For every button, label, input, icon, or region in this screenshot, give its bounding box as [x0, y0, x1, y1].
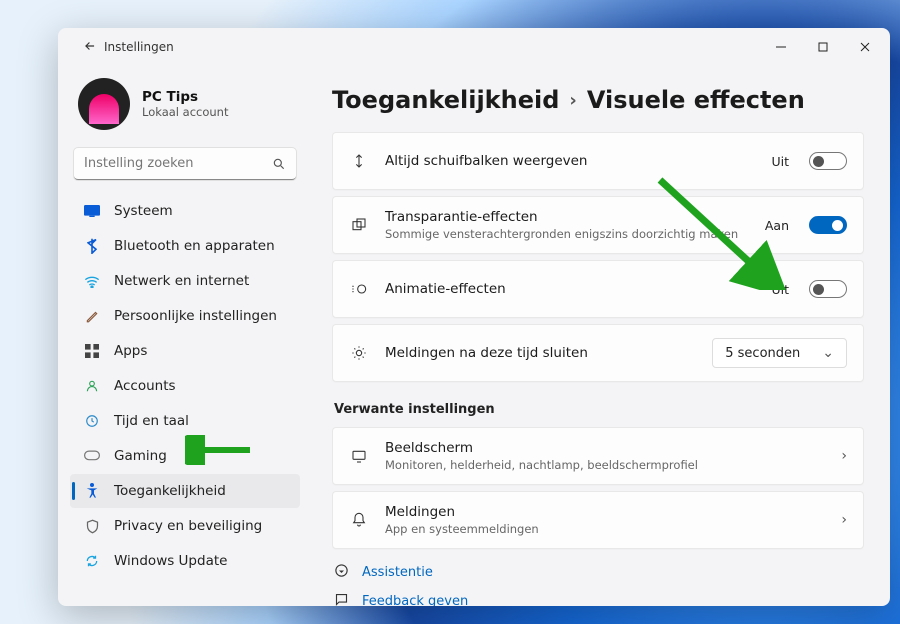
notif-label: Meldingen [385, 504, 825, 520]
breadcrumb-current: Visuele effecten [587, 86, 805, 114]
window-title: Instellingen [104, 40, 174, 54]
breadcrumb: Toegankelijkheid › Visuele effecten [332, 86, 864, 114]
accounts-icon [84, 378, 100, 394]
display-icon [349, 448, 369, 464]
sidebar-item-time[interactable]: Tijd en taal [70, 404, 300, 438]
system-icon [84, 203, 100, 219]
sidebar-item-access[interactable]: Toegankelijkheid [70, 474, 300, 508]
sidebar-item-label: Netwerk en internet [114, 273, 249, 289]
close-button[interactable] [844, 32, 886, 62]
transparency-sub: Sommige vensterachtergronden enigszins d… [385, 227, 749, 241]
dismiss-label: Meldingen na deze tijd sluiten [385, 345, 696, 361]
row-transparency[interactable]: Transparantie-effecten Sommige vensterac… [332, 196, 864, 254]
dismiss-value: 5 seconden [725, 346, 800, 361]
maximize-button[interactable] [802, 32, 844, 62]
dismiss-select[interactable]: 5 seconden ⌄ [712, 338, 847, 368]
scrollbars-state: Uit [771, 154, 789, 169]
scrollbars-toggle[interactable] [809, 152, 847, 170]
apps-icon [84, 343, 100, 359]
feedback-link[interactable]: Feedback geven [334, 592, 864, 606]
profile-sub: Lokaal account [142, 105, 228, 119]
sidebar-item-privacy[interactable]: Privacy en beveiliging [70, 509, 300, 543]
feedback-icon [334, 592, 350, 606]
sidebar-item-label: Bluetooth en apparaten [114, 238, 275, 254]
sidebar-nav: Systeem Bluetooth en apparaten Netwerk en … [70, 194, 300, 578]
sidebar-item-label: Gaming [114, 448, 167, 464]
display-label: Beeldscherm [385, 440, 825, 456]
chevron-down-icon: ⌄ [822, 345, 834, 361]
bell-icon [349, 512, 369, 528]
sidebar-item-label: Tijd en taal [114, 413, 189, 429]
brightness-timer-icon [349, 345, 369, 361]
main-content: Toegankelijkheid › Visuele effecten Alti… [308, 66, 890, 606]
sidebar: PC Tips Lokaal account Systeem Bluetooth … [58, 66, 308, 606]
time-icon [84, 413, 100, 429]
notif-sub: App en systeemmeldingen [385, 522, 825, 536]
sidebar-item-apps[interactable]: Apps [70, 334, 300, 368]
privacy-icon [84, 518, 100, 534]
chevron-right-icon: › [841, 512, 847, 528]
chevron-right-icon: › [569, 90, 576, 111]
animation-toggle[interactable] [809, 280, 847, 298]
sidebar-item-label: Toegankelijkheid [114, 483, 226, 499]
breadcrumb-parent[interactable]: Toegankelijkheid [332, 86, 559, 114]
network-icon [84, 273, 100, 289]
transparency-toggle[interactable] [809, 216, 847, 234]
sidebar-item-accounts[interactable]: Accounts [70, 369, 300, 403]
minimize-button[interactable] [760, 32, 802, 62]
row-scrollbars[interactable]: Altijd schuifbalken weergeven Uit [332, 132, 864, 190]
sidebar-item-gaming[interactable]: Gaming [70, 439, 300, 473]
animation-icon [349, 281, 369, 297]
scrollbars-icon [349, 153, 369, 169]
assist-label: Assistentie [362, 565, 433, 580]
row-dismiss-notifications: Meldingen na deze tijd sluiten 5 seconde… [332, 324, 864, 382]
avatar [78, 78, 130, 130]
help-icon [334, 563, 350, 582]
search-input[interactable] [74, 148, 296, 180]
transparency-icon [349, 217, 369, 233]
related-section-title: Verwante instellingen [334, 402, 864, 417]
gaming-icon [84, 448, 100, 464]
profile-block[interactable]: PC Tips Lokaal account [70, 72, 300, 148]
row-notifications-link[interactable]: Meldingen App en systeemmeldingen › [332, 491, 864, 549]
sidebar-item-personal[interactable]: Persoonlijke instellingen [70, 299, 300, 333]
display-sub: Monitoren, helderheid, nachtlamp, beelds… [385, 458, 825, 472]
back-button[interactable] [74, 38, 106, 57]
titlebar: Instellingen [58, 28, 890, 66]
bluetooth-icon [84, 238, 100, 254]
sidebar-item-label: Privacy en beveiliging [114, 518, 262, 534]
search-wrapper [74, 148, 296, 180]
row-animation[interactable]: Animatie-effecten Uit [332, 260, 864, 318]
sidebar-item-label: Persoonlijke instellingen [114, 308, 277, 324]
settings-window: Instellingen PC Tips Lokaal account Sy [58, 28, 890, 606]
access-icon [84, 483, 100, 499]
scrollbars-label: Altijd schuifbalken weergeven [385, 153, 755, 169]
assist-link[interactable]: Assistentie [334, 563, 864, 582]
sidebar-item-network[interactable]: Netwerk en internet [70, 264, 300, 298]
update-icon [84, 553, 100, 569]
animation-label: Animatie-effecten [385, 281, 755, 297]
sidebar-item-system[interactable]: Systeem [70, 194, 300, 228]
help-links: Assistentie Feedback geven [332, 563, 864, 606]
sidebar-item-label: Windows Update [114, 553, 227, 569]
sidebar-item-bluetooth[interactable]: Bluetooth en apparaten [70, 229, 300, 263]
animation-state: Uit [771, 282, 789, 297]
sidebar-item-label: Accounts [114, 378, 176, 394]
chevron-right-icon: › [841, 448, 847, 464]
transparency-state: Aan [765, 218, 789, 233]
sidebar-item-label: Systeem [114, 203, 173, 219]
sidebar-item-update[interactable]: Windows Update [70, 544, 300, 578]
personal-icon [84, 308, 100, 324]
feedback-label: Feedback geven [362, 594, 468, 606]
window-controls [760, 32, 886, 62]
transparency-label: Transparantie-effecten [385, 209, 749, 225]
profile-name: PC Tips [142, 89, 228, 105]
sidebar-item-label: Apps [114, 343, 147, 359]
row-display-link[interactable]: Beeldscherm Monitoren, helderheid, nacht… [332, 427, 864, 485]
